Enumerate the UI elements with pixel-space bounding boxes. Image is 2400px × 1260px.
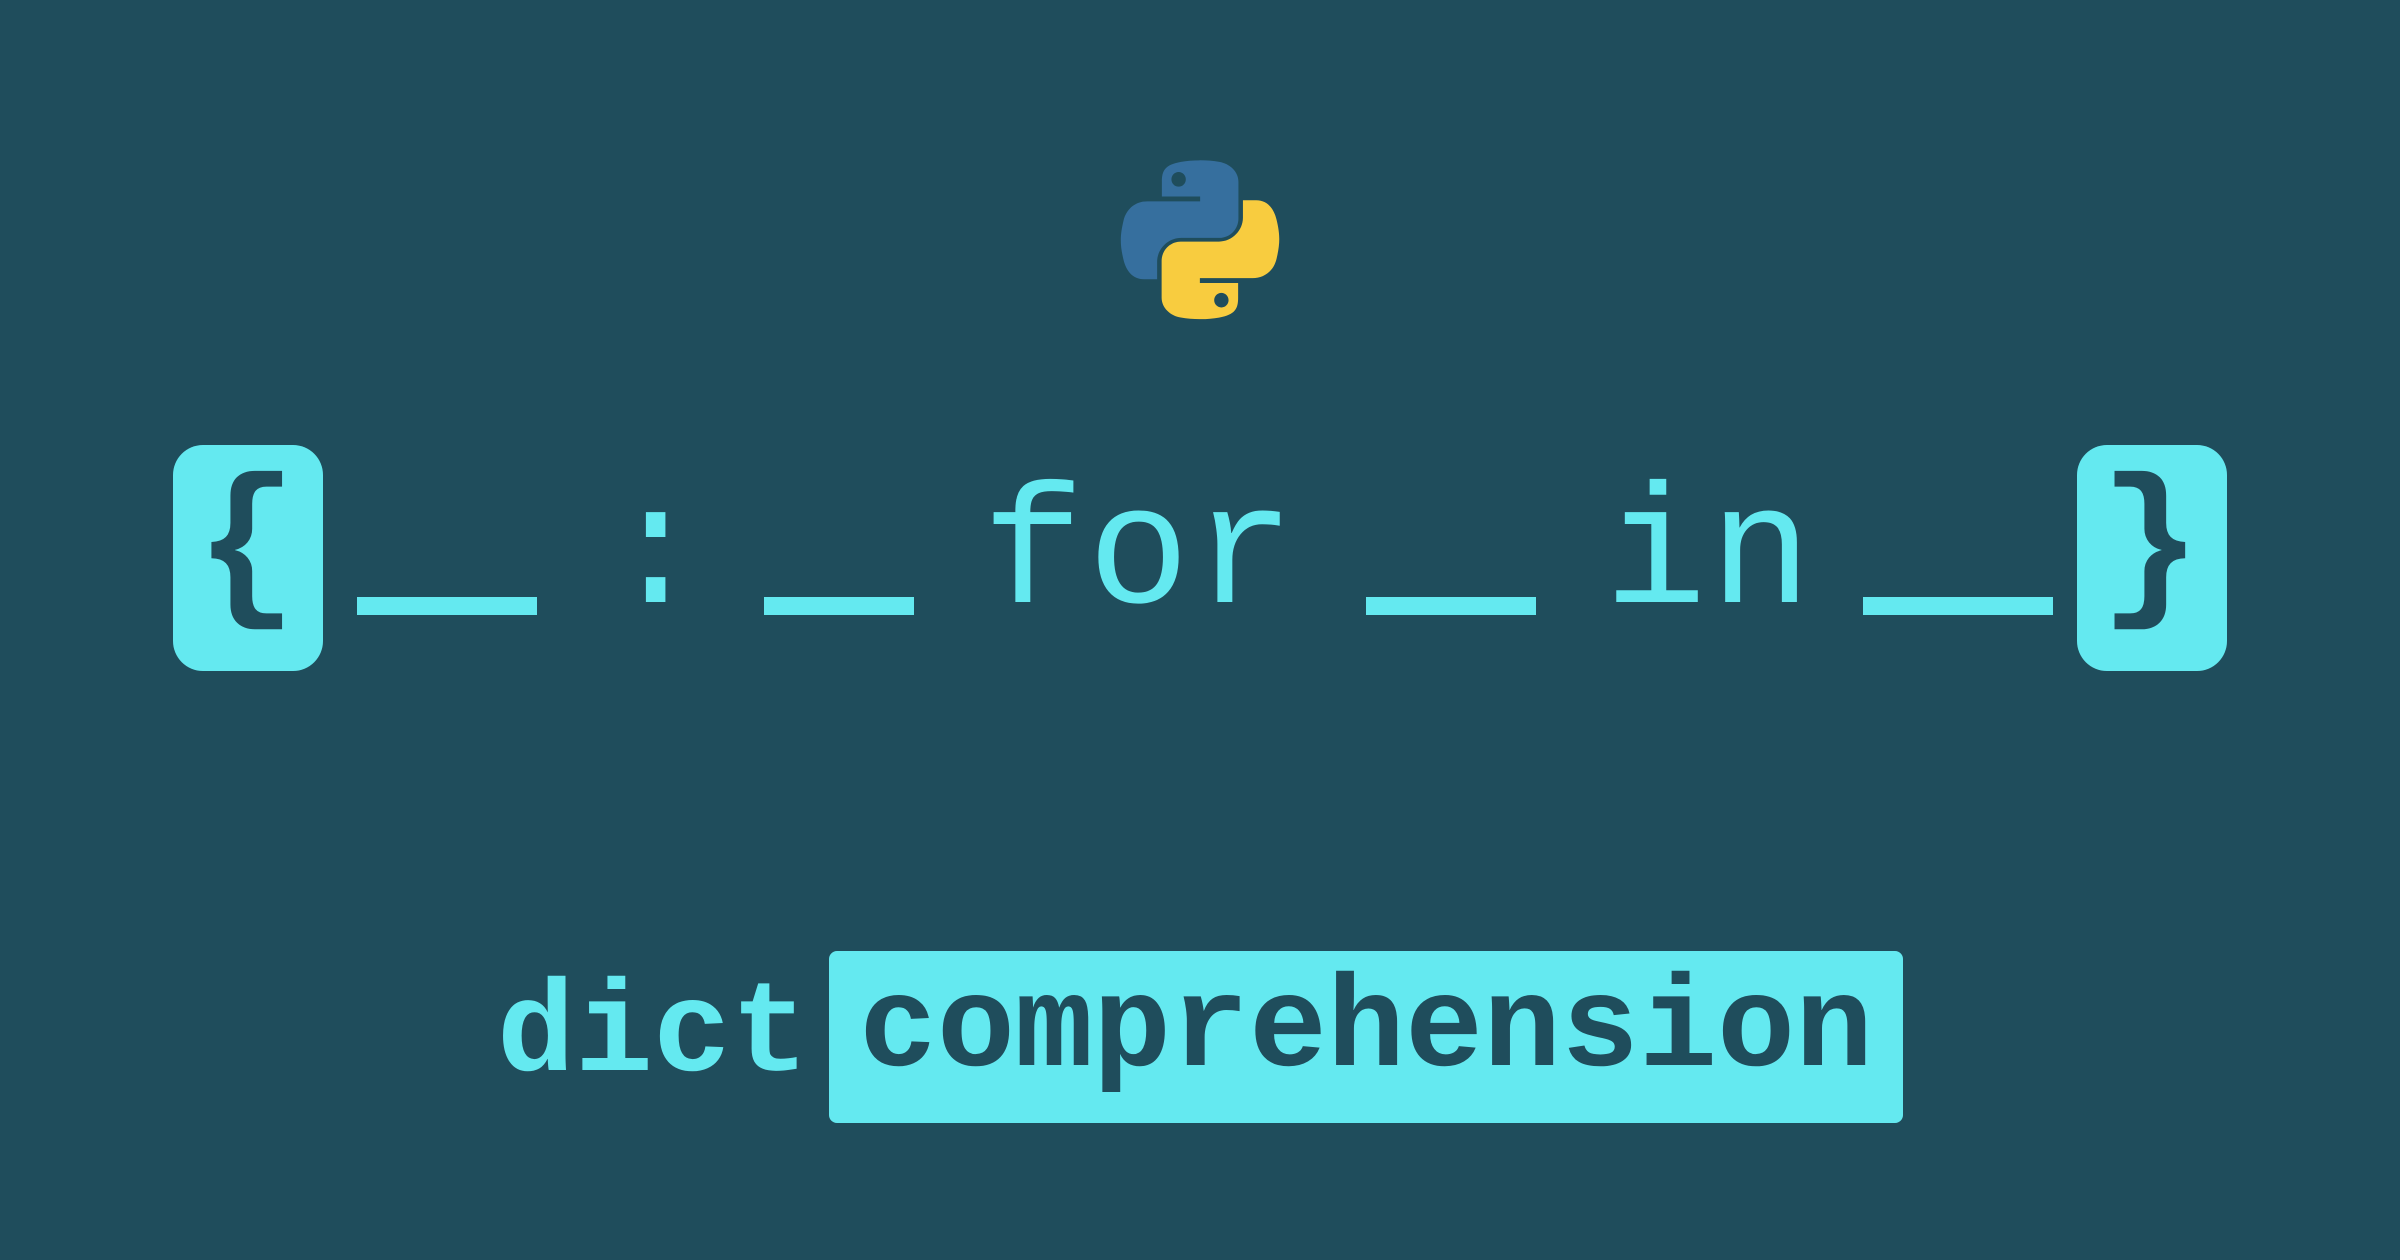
blank-value: [764, 597, 914, 615]
canvas: { : for in } dict comprehension: [0, 0, 2400, 1260]
title-label: dict comprehension: [497, 951, 1903, 1123]
close-brace: }: [2077, 445, 2226, 671]
syntax-template: { : for in }: [173, 445, 2226, 671]
label-highlight: comprehension: [829, 951, 1903, 1123]
open-brace: {: [173, 445, 322, 671]
blank-var: [1366, 597, 1536, 615]
python-logo-icon: [1120, 160, 1280, 325]
label-prefix: dict: [497, 972, 829, 1102]
blank-iterable: [1863, 597, 2053, 615]
in-keyword: in: [1570, 473, 1849, 643]
blank-key: [357, 597, 537, 615]
colon: :: [571, 473, 744, 643]
for-keyword: for: [948, 473, 1332, 643]
